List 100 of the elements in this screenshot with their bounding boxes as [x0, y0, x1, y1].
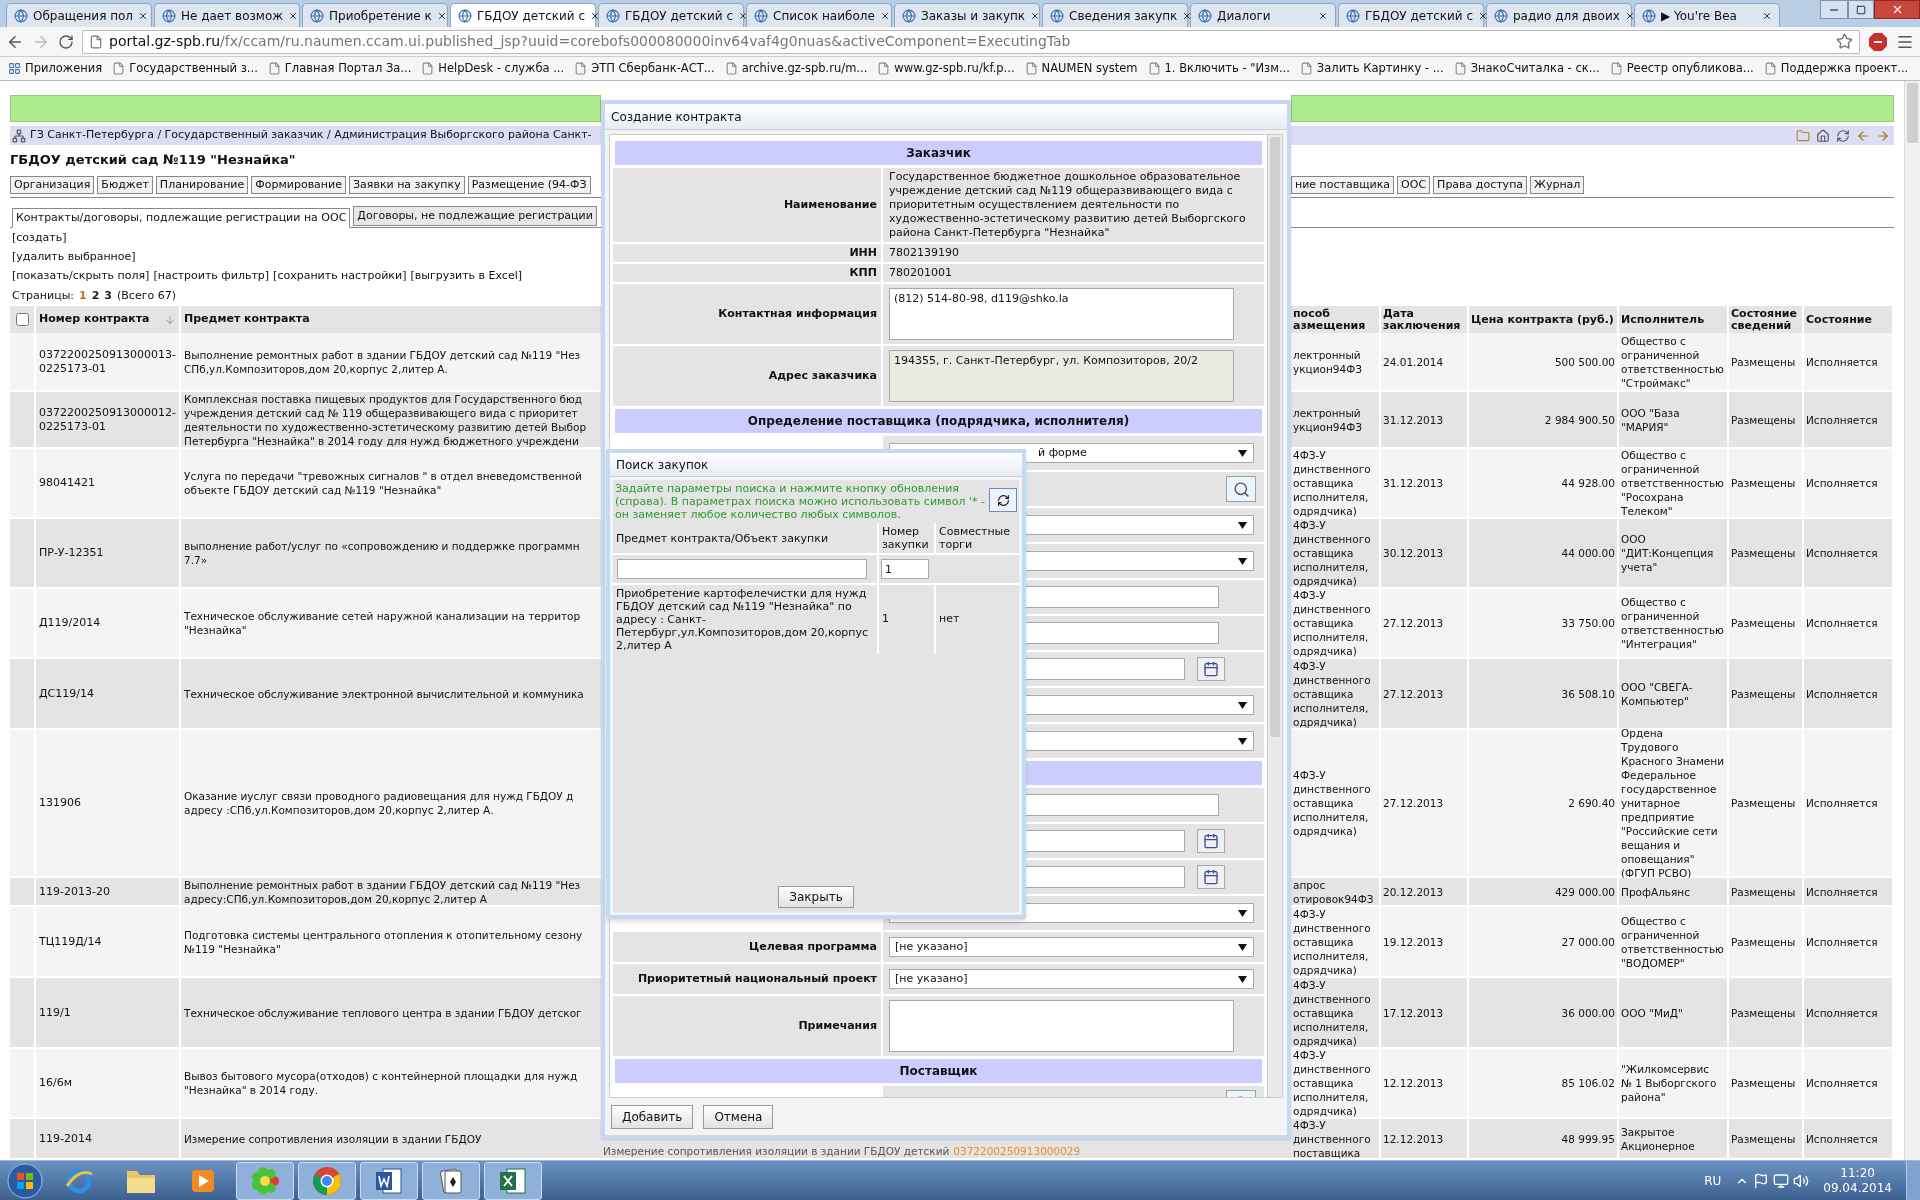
- table-cell: Услуга по передачи "тревожных сигналов " в отдел вневедомственной объекте ГБДОУ детский сад №119 "Незнайка": [181, 449, 601, 519]
- bookmark[interactable]: HelpDesk - служба ...: [421, 59, 565, 78]
- column-header[interactable]: Состояние сведений: [1729, 306, 1804, 333]
- column-header[interactable]: Исполнитель: [1619, 306, 1729, 333]
- nav-tab[interactable]: Права доступа: [1433, 175, 1528, 194]
- browser-tab[interactable]: ГБДОУ детский с: [1338, 3, 1484, 27]
- column-header[interactable]: пособ азмещения: [1291, 306, 1381, 333]
- browser-tab[interactable]: радио для двоих: [1486, 3, 1632, 27]
- table-cell: Размещены: [1729, 978, 1804, 1049]
- table-cell: 17.12.2013: [1381, 978, 1469, 1049]
- text-area[interactable]: (812) 514-80-98, d119@shko.la: [889, 288, 1234, 340]
- page-link[interactable]: 1: [79, 287, 87, 305]
- page-link[interactable]: 2: [91, 287, 100, 305]
- browser-tab[interactable]: Заказы и закупк: [894, 3, 1040, 27]
- sub-tab[interactable]: Договоры, не подлежащие регистрации: [353, 206, 597, 226]
- action-link[interactable]: [выгрузить в Excel]: [410, 268, 522, 285]
- table-cell: 4ФЗ-У динственного оставщика исполнителя, одрядчика): [1291, 519, 1381, 589]
- browser-tab[interactable]: Не дает возмож: [154, 3, 300, 27]
- table-cell: Комплексная поставка пищевых продуктов для Государственного бюд учреждения детский сад № 119 общеразвивающего вида с приоритет деятельности по художественно-эстетическому развитию детей Выбор Петербурга "Незнайка" в 2014 году для нужд бюджетного учреждени: [181, 392, 601, 449]
- table-cell: 4ФЗ-У динственного оставщика исполнителя, одрядчика): [1291, 589, 1381, 659]
- table-cell: Ордена Трудового Красного Знамени Федеральное государственное унитарное предприятие "Российские сети вещания и оповещания" (ФГУП РСВО): [1619, 730, 1729, 878]
- close-button[interactable]: Закрыть: [778, 886, 854, 908]
- table-cell: Исполняется: [1804, 392, 1894, 449]
- browser-tab[interactable]: Список наиболе: [746, 3, 892, 27]
- table-cell: 44 928.00: [1469, 449, 1619, 519]
- bookmark[interactable]: Реестр опубликова...: [1609, 59, 1754, 78]
- table-cell: 4ФЗ-У динственного оставщика исполнителя, одрядчика): [1291, 978, 1381, 1049]
- browser-tab[interactable]: ГБДОУ детский с: [598, 3, 744, 27]
- table-cell: Размещены: [1729, 730, 1804, 878]
- page-link[interactable]: 3: [104, 287, 112, 305]
- table-cell: 36 508.10: [1469, 659, 1619, 730]
- browser-tab[interactable]: Приобретение к: [302, 3, 448, 27]
- column-header[interactable]: Цена контракта (руб.): [1469, 306, 1619, 333]
- page-title: ГБДОУ детский сад №119 "Незнайка": [10, 151, 297, 170]
- table-cell: Размещены: [1729, 519, 1804, 589]
- column-header[interactable]: Предмет контракта: [181, 306, 601, 333]
- action-link[interactable]: [показать/скрыть поля]: [12, 268, 150, 285]
- bookmark[interactable]: archive.gz-spb.ru/m...: [724, 59, 868, 78]
- browser-tab[interactable]: ГБДОУ детский с: [450, 3, 596, 27]
- bookmark[interactable]: Главная Портал За...: [267, 59, 412, 78]
- browser-tab[interactable]: Обращения пол: [6, 3, 152, 27]
- table-cell: Размещены: [1729, 392, 1804, 449]
- browser-tab[interactable]: Диалоги: [1190, 3, 1336, 27]
- table-cell: 36 000.00: [1469, 978, 1619, 1049]
- clock[interactable]: 11:20 09.04.2014: [1813, 1166, 1902, 1196]
- table-cell: 4ФЗ-У динственного оставщика исполнителя, одрядчика): [1291, 1049, 1381, 1119]
- bookmark[interactable]: 1. Включить - "Изм...: [1147, 59, 1290, 78]
- table-cell: Общество с ограниченной ответственностью "ВОДОМЕР": [1619, 907, 1729, 978]
- browser-tab[interactable]: ▶ You're Bea: [1634, 3, 1780, 27]
- table-cell: 31.12.2013: [1381, 449, 1469, 519]
- breadcrumb: ГЗ Санкт-Петербурга / Государственный заказчик / Администрация Выборгского района Санкт-: [30, 127, 592, 144]
- column-header[interactable]: Состояние: [1804, 306, 1894, 333]
- table-cell: ПрофАльянс: [1619, 878, 1729, 907]
- action-link[interactable]: [удалить выбранное]: [12, 249, 136, 266]
- nav-tab[interactable]: Бюджет: [97, 175, 153, 194]
- bookmark[interactable]: Приложения: [8, 59, 103, 78]
- address-bar[interactable]: portal.gz-spb.ru/fx/ccam/ru.naumen.ccam.ui.published_jsp?uuid=corebofs000080000inv64vaf4g0nuas&activeComponent=ExecutingTab: [82, 29, 1860, 54]
- table-cell: ООО "База "МАРИЯ": [1619, 392, 1729, 449]
- bookmark[interactable]: www.gz-spb.ru/kf.p...: [877, 59, 1015, 78]
- column-header[interactable]: Дата заключения: [1381, 306, 1469, 333]
- table-cell: ПР-У-12351: [36, 519, 181, 589]
- dropdown[interactable]: [не указано]: [889, 937, 1254, 957]
- bookmark[interactable]: Залить Картинку - ...: [1299, 59, 1444, 78]
- dialog-button[interactable]: Добавить: [611, 1105, 694, 1129]
- table-cell: 4ФЗ-У динственного оставщика исполнителя, одрядчика): [1291, 659, 1381, 730]
- bookmark[interactable]: ЭТП Сбербанк-АСТ...: [574, 59, 715, 78]
- table-cell: ТЦ119Д/14: [36, 907, 181, 978]
- column-header: Предмет контракта/Объект закупки: [613, 523, 877, 553]
- bookmark[interactable]: ЗнакоСчиталка - ск...: [1453, 59, 1600, 78]
- nav-tab[interactable]: Планирование: [155, 175, 249, 194]
- dialog-title: Создание контракта: [605, 104, 1287, 130]
- field-label: Примечания: [613, 996, 881, 1056]
- action-link[interactable]: [создать]: [12, 229, 67, 247]
- table-cell: 2 690.40: [1469, 730, 1619, 878]
- field-label: ИНН: [613, 244, 881, 262]
- dialog-button[interactable]: Отмена: [703, 1105, 774, 1129]
- nav-tab[interactable]: Организация: [10, 175, 95, 194]
- nav-tab[interactable]: ООС: [1397, 175, 1431, 194]
- nav-tab[interactable]: Журнал: [1530, 175, 1585, 194]
- table-cell: Размещены: [1729, 589, 1804, 659]
- bookmark[interactable]: Поддержка проект...: [1763, 59, 1909, 78]
- column-header: Номер закупки: [879, 523, 934, 553]
- action-link[interactable]: [настроить фильтр]: [153, 268, 270, 285]
- language-indicator[interactable]: RU: [1704, 1172, 1722, 1190]
- number-input[interactable]: 1: [881, 559, 929, 579]
- table-cell: 119-2014: [36, 1119, 181, 1160]
- table-cell: апрос отировок94ФЗ: [1291, 878, 1381, 907]
- bookmark[interactable]: NAUMEN system: [1024, 59, 1138, 78]
- sub-tab[interactable]: Контракты/договоры, подлежащие регистрации на ООС: [12, 208, 351, 228]
- dropdown[interactable]: [не указано]: [889, 969, 1254, 989]
- action-link[interactable]: [сохранить настройки]: [273, 268, 407, 285]
- table-cell: 48 999.95: [1469, 1119, 1619, 1160]
- nav-tab[interactable]: Формирование: [251, 175, 346, 194]
- column-header[interactable]: Номер контракта: [36, 306, 181, 333]
- bookmark[interactable]: Государственный з...: [112, 59, 258, 78]
- nav-tab[interactable]: Размещение (94-ФЗ: [467, 175, 591, 194]
- browser-tab[interactable]: Сведения закупк: [1042, 3, 1188, 27]
- nav-tab[interactable]: ние поставщика: [1291, 175, 1395, 194]
- field-label: Приоритетный национальный проект: [613, 964, 881, 994]
- nav-tab[interactable]: Заявки на закупку: [349, 175, 465, 194]
